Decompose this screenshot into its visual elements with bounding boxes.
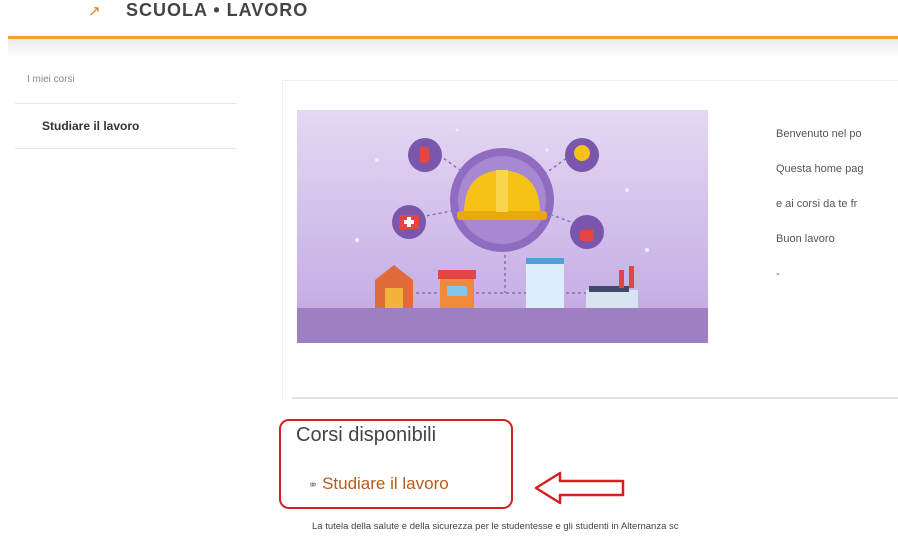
logo-icon[interactable]: ↗ xyxy=(88,2,101,20)
welcome-text: Benvenuto nel po Questa home pag e ai co… xyxy=(776,128,898,303)
available-courses-heading: Corsi disponibili xyxy=(296,424,437,446)
helmet-icon xyxy=(450,148,554,252)
course-link-studiare-il-lavoro[interactable]: ⚭ Studiare il lavoro xyxy=(308,474,449,494)
welcome-line: Benvenuto nel po xyxy=(776,128,862,140)
sidebar-my-courses: I miei corsi Studiare il lavoro xyxy=(15,66,237,150)
welcome-line: Questa home pag xyxy=(776,163,864,175)
sidebar-item-studiare-il-lavoro[interactable]: Studiare il lavoro xyxy=(42,119,139,133)
pointer-arrow-icon xyxy=(534,471,625,505)
divider xyxy=(15,103,237,104)
lightbulb-icon xyxy=(565,138,599,172)
course-icon: ⚭ xyxy=(308,478,319,492)
welcome-line: e ai corsi da te fr xyxy=(776,198,858,210)
page-header: ↗ SCUOLA • LAVORO xyxy=(0,0,898,36)
header-shadow xyxy=(8,39,898,57)
site-title[interactable]: SCUOLA • LAVORO xyxy=(126,0,308,21)
course-description: La tutela della salute e della sicurezza… xyxy=(312,521,679,532)
sidebar-heading: I miei corsi xyxy=(27,74,75,85)
divider xyxy=(15,148,237,149)
shop-icon xyxy=(438,270,476,308)
welcome-line: - xyxy=(776,268,780,280)
first-aid-icon xyxy=(392,205,426,239)
section-divider xyxy=(292,397,898,399)
lock-icon xyxy=(570,215,604,249)
welcome-line: Buon lavoro xyxy=(776,233,835,245)
welcome-banner-image xyxy=(297,110,708,343)
course-link-label: Studiare il lavoro xyxy=(322,474,449,493)
office-building-icon xyxy=(526,258,564,308)
fire-extinguisher-icon xyxy=(408,138,442,172)
